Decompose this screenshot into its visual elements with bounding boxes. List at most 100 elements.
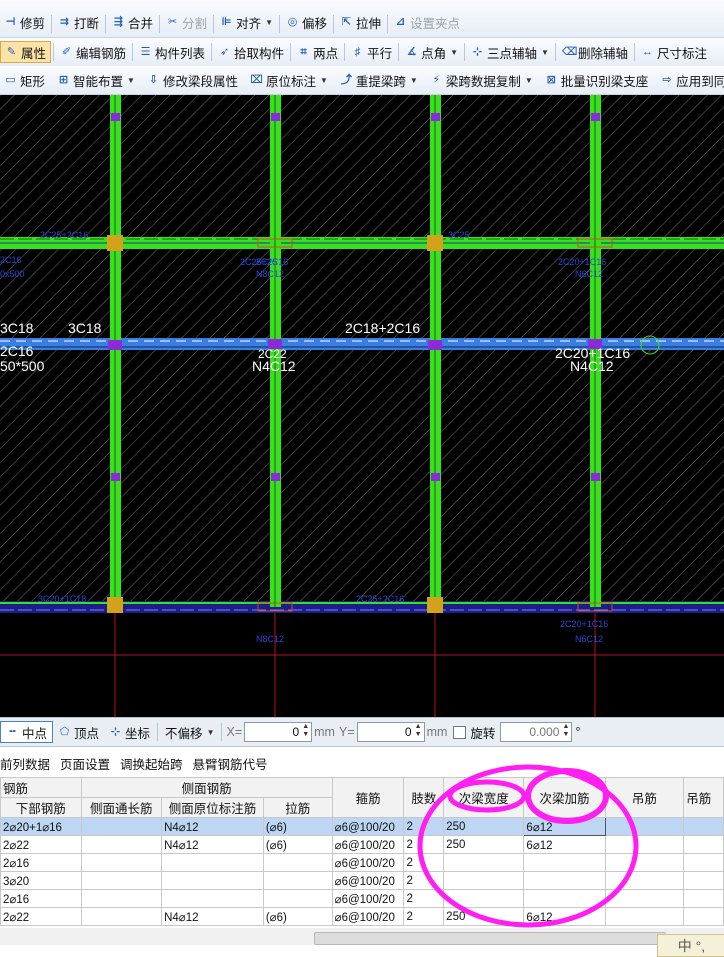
menu-page-setup[interactable]: 页面设置 [55,754,115,773]
table-cell[interactable] [523,853,606,872]
beam-annotation-label[interactable]: N4C12 [252,358,296,374]
beam-annotation-label[interactable]: 2C18+2C16 [345,320,420,336]
table-cell[interactable]: 2 [403,817,445,836]
chevron-down-icon[interactable]: ▼ [127,76,135,85]
beam-annotation-label[interactable]: 3C18 [0,320,34,336]
table-cell[interactable]: N4⌀12 [161,835,264,854]
table-cell[interactable] [683,817,724,836]
table-cell[interactable] [80,835,163,854]
table-cell[interactable]: ⌀6@100/20 [331,907,405,926]
menu-cantilever-code[interactable]: 悬臂钢筋代号 [188,754,273,773]
table-cell[interactable]: ⌀6@100/20 [331,853,405,872]
edit-rebar-button[interactable]: ✐ 编辑钢筋 [56,41,130,63]
split-button[interactable]: ✂ 分割 [162,11,211,33]
re-extract-span-button[interactable]: ⤴ 重提梁跨 ▼ [336,69,422,91]
table-cell[interactable] [262,853,333,872]
table-cell[interactable] [523,889,606,908]
beam-annotation-label[interactable]: N8C12 [256,269,284,279]
beam-annotation-label[interactable]: 0x500 [0,269,25,279]
table-cell[interactable] [604,889,685,908]
table-row[interactable]: 2⌀22 N4⌀12 (⌀6) ⌀6@100/20 2 250 6⌀12 [0,907,724,926]
menu-copy-data[interactable]: 前列数据 [0,754,55,773]
ime-indicator[interactable]: 中 °, [657,934,724,957]
two-point-button[interactable]: ⌗ 两点 [293,41,342,63]
beam-annotation-label[interactable]: 3C18 [68,320,102,336]
beam-annotation-label[interactable]: 2C25+2C16 [356,594,404,604]
break-button[interactable]: ⇉ 打断 [54,11,103,33]
table-cell[interactable]: ⌀6@100/20 [331,889,405,908]
beam-annotation-label[interactable]: 2C20+1C16 [558,257,606,267]
table-cell[interactable]: 6⌀12 [523,835,606,854]
table-cell[interactable]: 2⌀16 [0,889,82,908]
table-cell[interactable]: 2 [403,907,445,926]
table-cell[interactable]: 250 [443,835,525,854]
table-cell[interactable] [604,907,685,926]
beam-annotation-label[interactable]: 3C20+1C18 [38,594,86,604]
three-point-axis-button[interactable]: ⊹ 三点辅轴 ▼ [467,41,553,63]
chevron-down-icon[interactable]: ▼ [541,48,549,57]
table-cell[interactable] [262,889,333,908]
table-cell[interactable] [604,853,685,872]
table-cell[interactable] [604,817,685,836]
in-situ-annotation-button[interactable]: ⌧ 原位标注 ▼ [246,69,332,91]
coordinate-snap-toggle[interactable]: ⊹ 坐标 [104,722,155,742]
smart-layout-button[interactable]: ⊞ 智能布置 ▼ [53,69,139,91]
chevron-down-icon[interactable]: ▼ [450,48,458,57]
table-cell[interactable]: 2⌀16 [0,853,82,872]
beam-annotation-label[interactable]: 50*500 [0,358,45,374]
table-cell[interactable] [80,817,163,836]
table-cell[interactable] [683,853,724,872]
copy-span-data-button[interactable]: ⚡ 梁跨数据复制 ▼ [426,69,537,91]
menu-swap-start-span[interactable]: 调换起始跨 [115,754,188,773]
spinner-icon[interactable]: ▲ ▼ [302,723,309,739]
x-input[interactable]: 0 ▲ ▼ [244,722,313,742]
table-cell[interactable]: 250 [443,817,525,836]
table-cell[interactable] [443,871,525,890]
rotate-input[interactable]: 0.000 ▲ ▼ [500,722,573,742]
cad-drawing[interactable]: 3C18 3C182C1650*5002C18+2C162C22N4C122C20… [0,95,724,717]
table-cell[interactable]: 2 [403,871,445,890]
beam-annotation-label[interactable]: 3C25 [448,230,470,240]
align-button[interactable]: ⊫ 对齐 ▼ [216,11,277,33]
table-cell[interactable] [683,871,724,890]
table-row[interactable]: 3⌀20 ⌀6@100/20 2 [0,871,724,890]
table-cell[interactable]: 2 [403,835,445,854]
table-cell[interactable]: 2 [403,889,445,908]
table-cell[interactable] [523,871,606,890]
table-cell[interactable]: N4⌀12 [161,907,264,926]
drawing-canvas[interactable]: 3C18 3C18 2C16 50*500 2C18+2C16 2C22 N4C12 2C20… [0,95,724,717]
offset-button[interactable]: ◎ 偏移 [282,11,331,33]
parallel-button[interactable]: ♯ 平行 [347,41,396,63]
apply-to-same-button[interactable]: ⇨ 应用到同 [656,69,724,91]
beam-annotation-label[interactable]: 2C20+1C16 [560,619,608,629]
table-cell[interactable] [443,853,525,872]
table-cell[interactable] [443,889,525,908]
modify-beam-props-button[interactable]: ⇩ 修改梁段属性 [143,69,242,91]
point-angle-button[interactable]: ∡ 点角 ▼ [401,41,462,63]
table-cell[interactable] [683,907,724,926]
vertex-snap-toggle[interactable]: ⬠ 顶点 [53,722,104,742]
chevron-down-icon[interactable]: ▼ [265,18,273,27]
table-cell[interactable] [683,889,724,908]
beam-annotation-label[interactable]: N8C12 [256,634,284,644]
table-row[interactable]: 2⌀16 ⌀6@100/20 2 [0,853,724,872]
component-list-button[interactable]: ☰ 构件列表 [135,41,209,63]
table-cell[interactable]: N4⌀12 [161,817,264,836]
table-cell[interactable]: 6⌀12 [523,907,606,926]
set-grip-button[interactable]: ⊿ 设置夹点 [390,11,464,33]
table-row[interactable]: 2⌀22 N4⌀12 (⌀6) ⌀6@100/20 2 250 6⌀12 [0,835,724,854]
table-cell[interactable] [161,871,264,890]
beam-annotation-label[interactable]: 2C25+2C16 [40,230,88,240]
beam-annotation-label[interactable]: 2C16 [0,255,22,265]
table-cell[interactable] [161,853,264,872]
rectangle-button[interactable]: ▭ 矩形 [0,69,49,91]
table-cell[interactable] [604,871,685,890]
table-cell[interactable] [683,835,724,854]
table-cell[interactable] [80,871,163,890]
table-cell[interactable] [80,853,163,872]
table-cell[interactable]: ⌀6@100/20 [331,835,405,854]
stretch-button[interactable]: ⇱ 拉伸 [336,11,385,33]
dimension-button[interactable]: ↔ 尺寸标注 [637,41,711,63]
table-cell[interactable]: 3⌀20 [0,871,82,890]
chevron-down-icon[interactable]: ▼ [410,76,418,85]
